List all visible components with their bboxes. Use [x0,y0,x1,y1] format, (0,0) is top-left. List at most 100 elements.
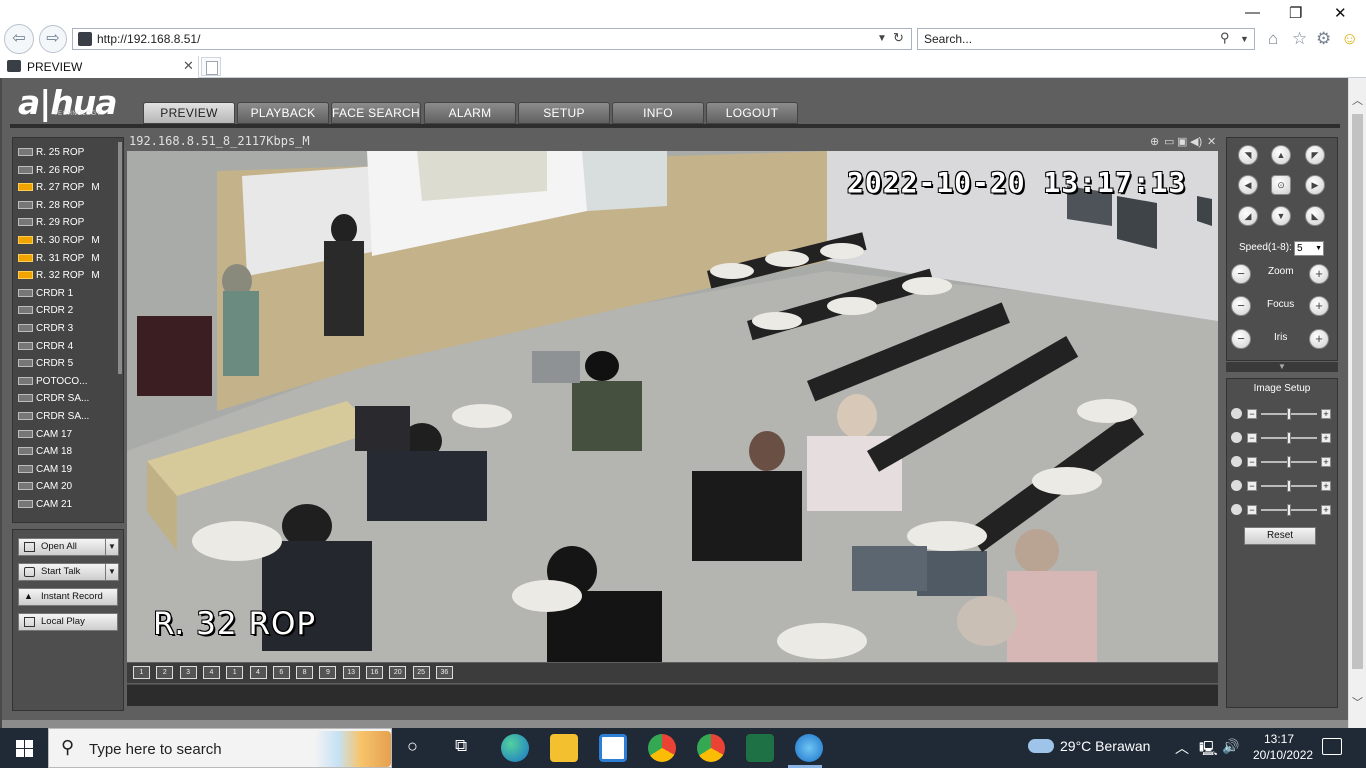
layout-button[interactable]: 1 [226,666,244,679]
camera-list-item[interactable]: CRDR SA... [18,408,89,425]
layout-button[interactable]: 36 [435,666,453,679]
camera-list-item[interactable]: R. 32 ROP M [18,267,100,284]
camera-list-scrollbar[interactable] [118,142,122,374]
layout-button[interactable]: 6 [272,666,290,679]
saturation-increase-button[interactable]: + [1321,457,1331,467]
network-icon[interactable]: 🖳 [1199,738,1218,762]
layout-button[interactable]: 13 [342,666,360,679]
minimize-icon[interactable]: — [1245,4,1260,21]
menu-face-search[interactable]: FACE SEARCH [331,102,421,124]
cortana-icon[interactable]: ○ [407,736,418,757]
local-play-button[interactable]: Local Play [18,613,118,631]
ptz-up-right-icon[interactable]: ◤ [1305,145,1325,165]
menu-setup[interactable]: SETUP [518,102,610,124]
hue-decrease-button[interactable]: − [1247,481,1257,491]
ptz-left-icon[interactable]: ◀ [1238,175,1258,195]
back-button[interactable]: ⇦ [4,24,34,54]
zoom-out-icon[interactable]: − [1231,264,1251,284]
edge-app-icon[interactable] [501,734,529,762]
excel-app-icon[interactable] [746,734,774,762]
camera-list-item[interactable]: CRDR 3 [18,320,73,337]
camera-list-item[interactable]: R. 29 ROP [18,214,84,231]
layout-button[interactable]: 2 [156,666,174,679]
layout-button[interactable]: 25 [412,666,430,679]
ptz-down-right-icon[interactable]: ◣ [1305,206,1325,226]
switch-stream-icon[interactable]: ▭ [1164,135,1174,148]
settings-gear-icon[interactable]: ⚙ [1316,29,1331,49]
file-explorer-app-icon[interactable] [550,734,578,762]
gain-increase-button[interactable]: + [1321,505,1331,515]
ptz-right-icon[interactable]: ▶ [1305,175,1325,195]
menu-logout[interactable]: LOGOUT [706,102,798,124]
camera-list-item[interactable]: CRDR 2 [18,302,73,319]
camera-list-item[interactable]: CAM 18 [18,443,72,460]
scroll-down-icon[interactable]: ﹀ [1352,694,1363,710]
hue-increase-button[interactable]: + [1321,481,1331,491]
brightness-decrease-button[interactable]: − [1247,409,1257,419]
favorites-star-icon[interactable]: ☆ [1292,29,1307,49]
camera-list-item[interactable]: R. 26 ROP [18,162,84,179]
store-app-icon[interactable] [599,734,627,762]
tab-preview[interactable]: PREVIEW ✕ [0,56,199,78]
weather-widget[interactable]: 29°C Berawan [1028,738,1150,754]
zoom-in-icon[interactable]: + [1309,264,1329,284]
scroll-up-icon[interactable]: ︿ [1352,92,1363,108]
taskbar-search-input[interactable]: ⚲ Type here to search [48,728,392,768]
camera-list-item[interactable]: CAM 19 [18,461,72,478]
live-video[interactable]: 2022-10-20 13:17:13 R. 32 ROP [127,151,1218,662]
menu-playback[interactable]: PLAYBACK [237,102,329,124]
ptz-center-icon[interactable]: ⊙ [1271,175,1291,195]
ptz-down-icon[interactable]: ▼ [1271,206,1291,226]
start-button[interactable] [0,728,48,768]
menu-info[interactable]: INFO [612,102,704,124]
search-icon[interactable]: ⚲ [1220,30,1230,46]
audio-icon[interactable]: ◀) [1190,135,1202,148]
camera-list-item[interactable]: R. 25 ROP [18,144,84,161]
tray-overflow-icon[interactable]: ︿ [1175,738,1189,758]
ptz-up-icon[interactable]: ▲ [1271,145,1291,165]
camera-list-item[interactable]: CAM 21 [18,496,72,513]
notification-icon[interactable] [1322,738,1342,755]
camera-list-item[interactable]: R. 30 ROP M [18,232,100,249]
digital-zoom-icon[interactable]: ⊕ [1150,135,1159,148]
camera-list-item[interactable]: CRDR SA... [18,390,89,407]
instant-record-button[interactable]: ▲ Instant Record [18,588,118,606]
saturation-slider-knob[interactable] [1287,456,1291,468]
layout-button[interactable]: 16 [366,666,383,679]
start-talk-dropdown[interactable]: ▼ [105,563,119,581]
forward-button[interactable]: ⇨ [39,25,67,53]
snapshot-icon[interactable]: ▣ [1177,135,1187,148]
chrome-app-icon[interactable] [697,734,725,762]
address-dropdown-icon[interactable]: ▼ [877,33,887,44]
iris-plus-icon[interactable]: + [1309,329,1329,349]
ptz-speed-select[interactable]: 5 [1294,241,1324,256]
camera-list-item[interactable]: CRDR 5 [18,355,73,372]
ptz-up-left-icon[interactable]: ◥ [1238,145,1258,165]
open-all-button[interactable]: Open All [18,538,106,556]
close-video-icon[interactable]: ✕ [1207,135,1216,148]
home-icon[interactable]: ⌂ [1268,29,1278,49]
layout-button[interactable]: 9 [319,666,337,679]
hue-slider-knob[interactable] [1287,480,1291,492]
contrast-slider-knob[interactable] [1287,432,1291,444]
camera-list-item[interactable]: POTOCO... [18,373,88,390]
brightness-increase-button[interactable]: + [1321,409,1331,419]
internet-explorer-app-icon[interactable] [795,734,823,762]
search-dropdown-icon[interactable]: ▼ [1240,34,1249,44]
layout-button[interactable]: 3 [179,666,197,679]
layout-button[interactable]: 1 [133,666,150,679]
brightness-slider-knob[interactable] [1287,408,1291,420]
camera-list-item[interactable]: CRDR 1 [18,285,73,302]
iris-minus-icon[interactable]: − [1231,329,1251,349]
restore-icon[interactable]: ❐ [1289,4,1302,22]
new-tab-button[interactable] [201,57,221,76]
chrome-profile-app-icon[interactable] [648,734,676,762]
ptz-down-left-icon[interactable]: ◢ [1238,206,1258,226]
volume-icon[interactable]: 🔊 [1222,738,1239,755]
camera-list-item[interactable]: CRDR 4 [18,338,73,355]
contrast-decrease-button[interactable]: − [1247,433,1257,443]
gain-decrease-button[interactable]: − [1247,505,1257,515]
reset-button[interactable]: Reset [1244,527,1316,545]
layout-button[interactable]: 4 [249,666,267,679]
tab-close-icon[interactable]: ✕ [183,58,194,74]
